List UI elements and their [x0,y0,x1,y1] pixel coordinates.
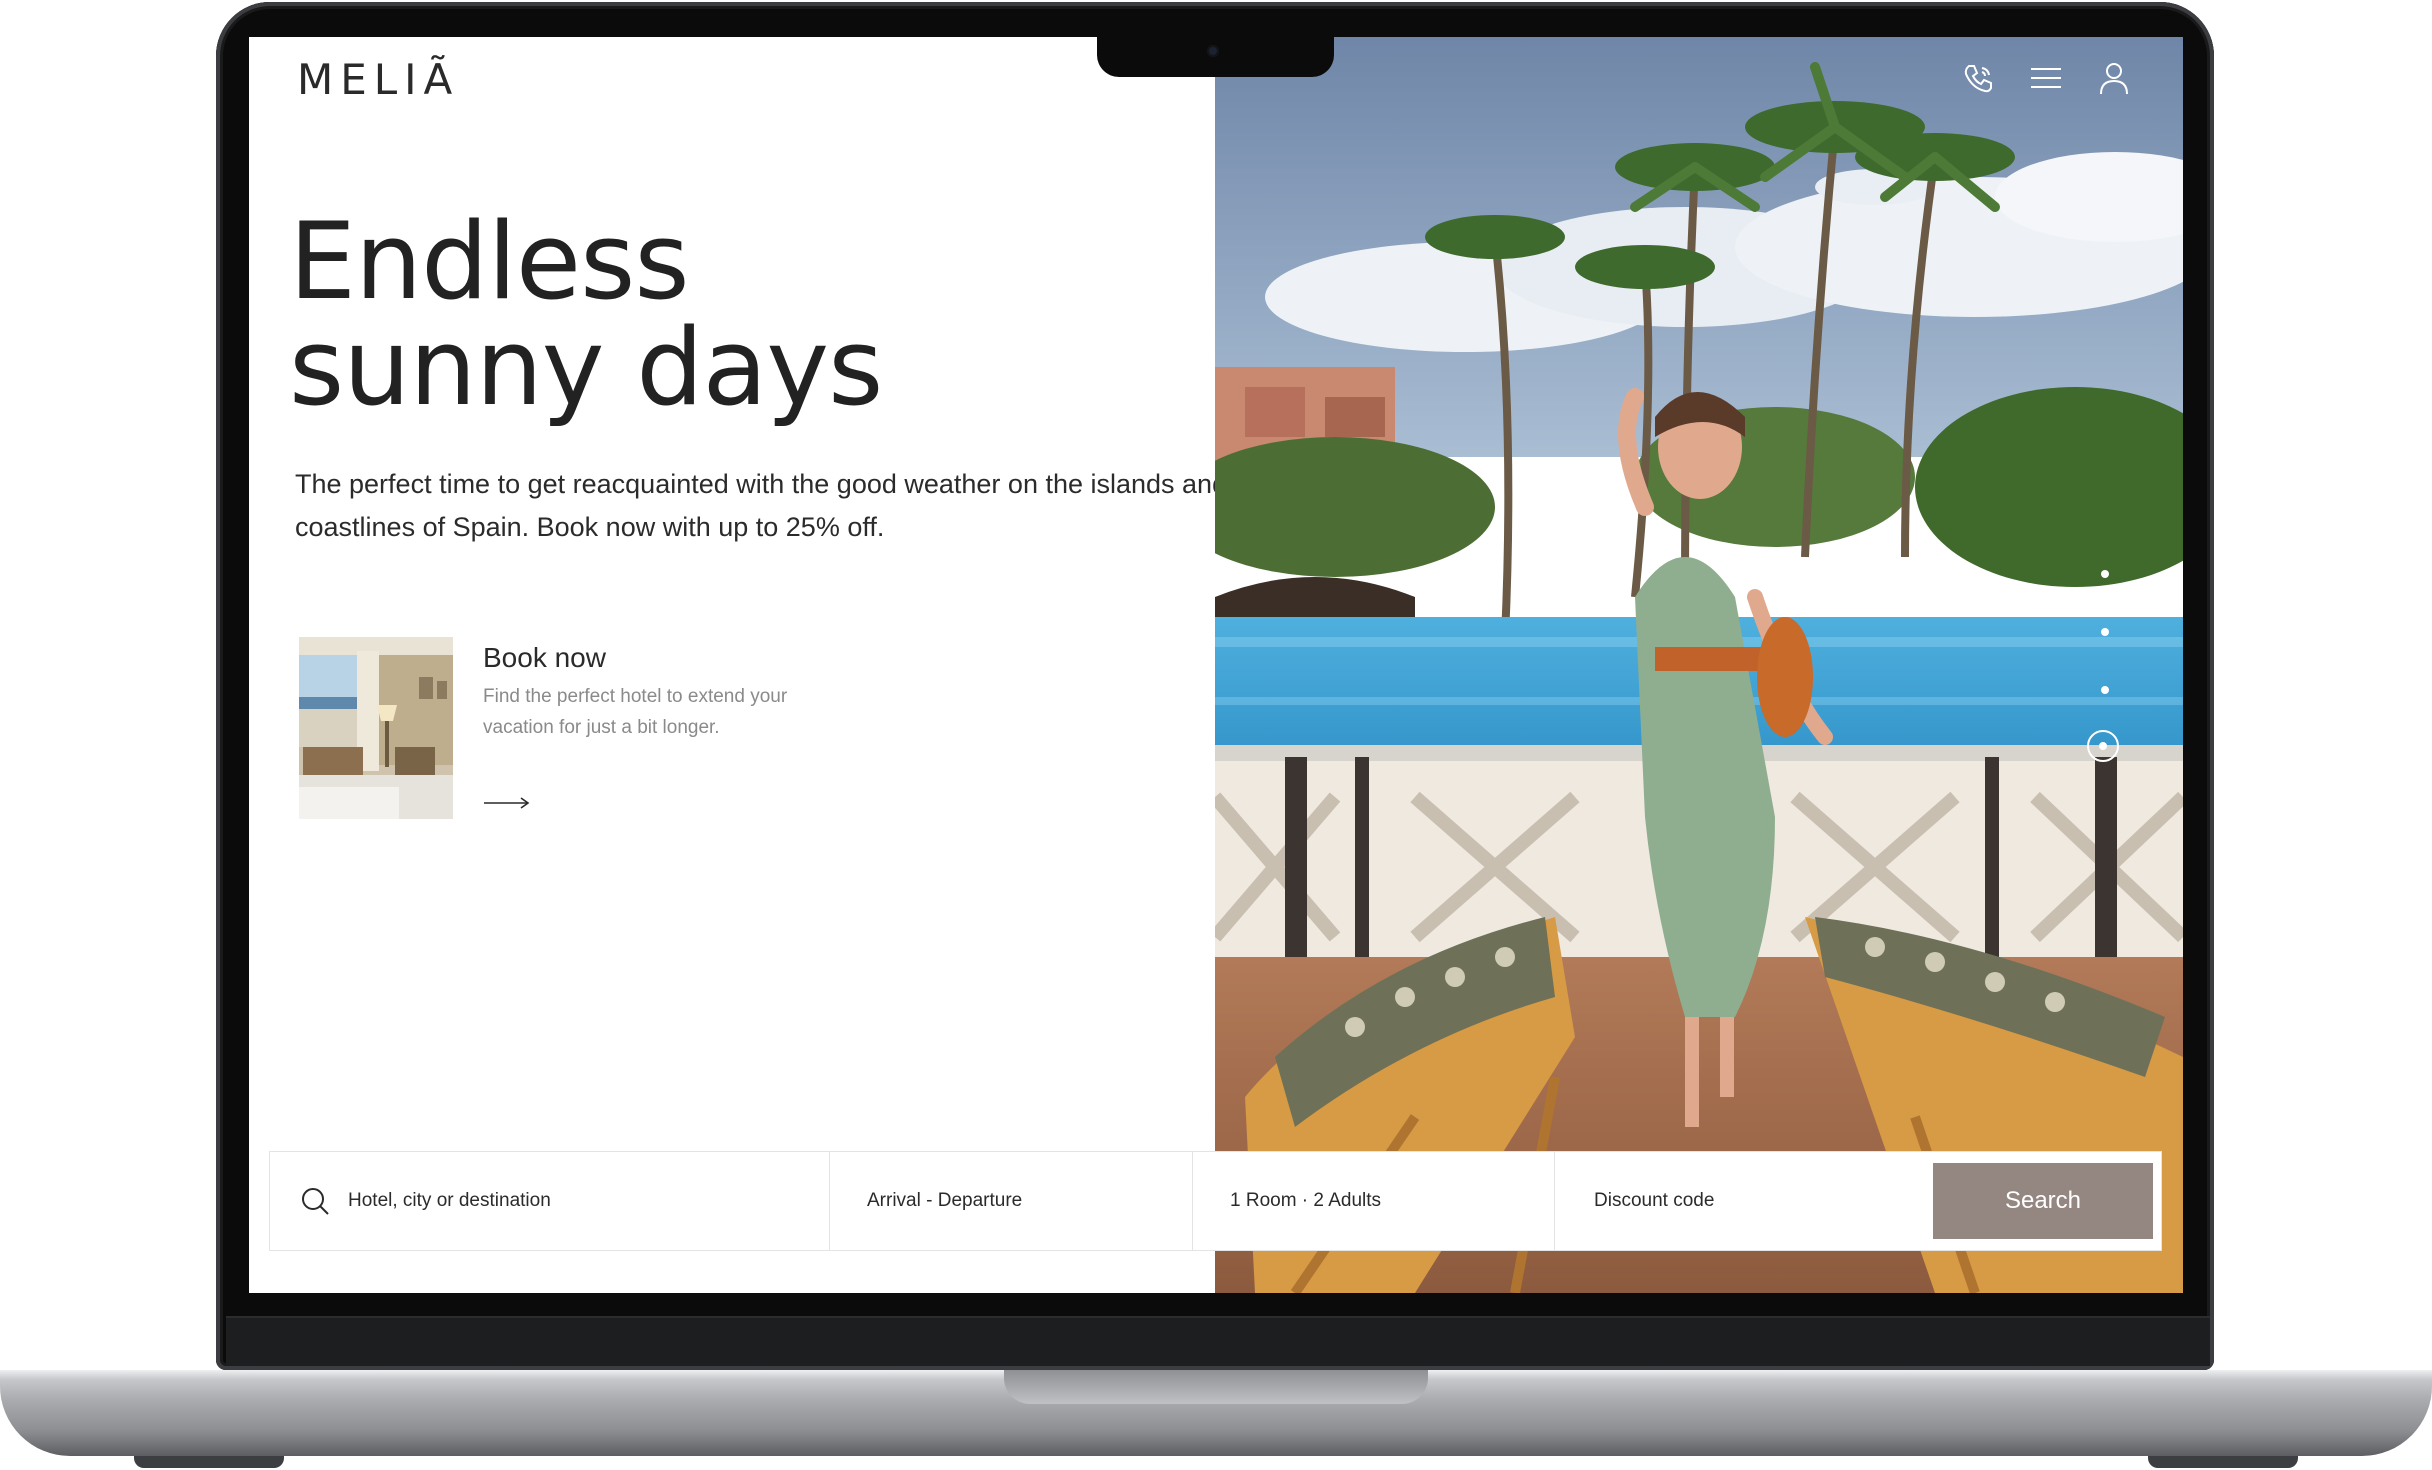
booking-search-bar: Arrival - Departure 1 Room · 2 Adults Se… [269,1151,2162,1251]
laptop-foot-left [134,1456,284,1468]
browser-viewport: MELIÃ Endless sunny days The perfect tim… [249,37,2183,1293]
discount-code-field[interactable] [1555,1152,1933,1250]
discount-code-input[interactable] [1592,1189,1896,1213]
carousel-dot-4-active[interactable] [2087,730,2119,762]
laptop-foot-right [2148,1456,2298,1468]
dates-label: Arrival - Departure [867,1190,1023,1211]
hero-image [1215,37,2183,1293]
destination-field[interactable] [270,1152,830,1250]
destination-input[interactable] [346,1189,790,1213]
laptop-opening-notch [1004,1370,1428,1404]
arrow-right-icon[interactable] [483,795,531,811]
promo-card-description: Find the perfect hotel to extend your va… [483,686,788,738]
menu-icon[interactable] [2027,59,2065,97]
search-icon [302,1188,329,1215]
promo-card-title[interactable]: Book now [483,642,606,674]
carousel-dot-3[interactable] [2101,686,2109,694]
carousel-dot-1[interactable] [2101,570,2109,578]
melia-logo[interactable]: MELIÃ [297,55,459,104]
guests-label: 1 Room · 2 Adults [1230,1190,1382,1211]
camera-icon [1207,45,1219,57]
carousel-dot-2[interactable] [2101,628,2109,636]
user-icon[interactable] [2095,59,2133,97]
camera-notch [1097,37,1334,77]
phone-icon[interactable] [1959,59,1997,97]
dates-selector[interactable]: Arrival - Departure [830,1152,1193,1250]
hero-title: Endless sunny days [289,200,883,429]
guests-selector[interactable]: 1 Room · 2 Adults [1193,1152,1555,1250]
search-button[interactable]: Search [1933,1163,2153,1239]
header-actions [1959,59,2133,97]
promo-card-image[interactable] [299,637,453,819]
laptop-chin [226,1316,2210,1366]
hero-subtitle: The perfect time to get reacquainted wit… [295,469,1228,542]
